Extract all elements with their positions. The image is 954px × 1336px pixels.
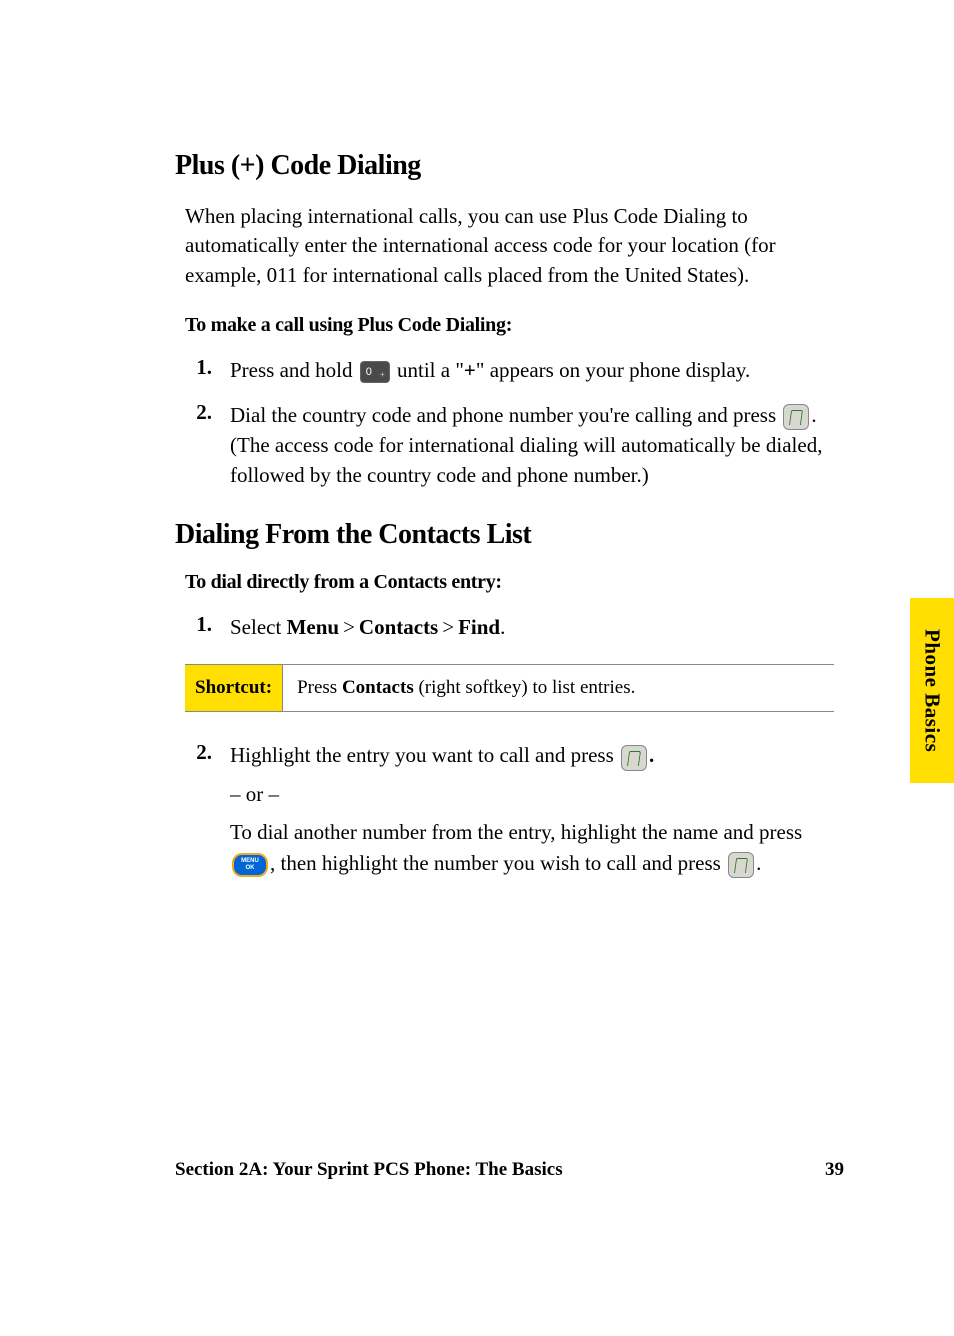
zero-key-icon [360, 361, 390, 383]
shortcut-body: Press Contacts (right softkey) to list e… [283, 665, 649, 711]
text-fragment: Highlight the entry you want to call and… [230, 743, 619, 767]
step-text: Dial the country code and phone number y… [230, 400, 844, 491]
shortcut-label: Shortcut: [185, 665, 283, 711]
step-number: 1. [185, 355, 230, 385]
step-1: 1. Press and hold until a "+" appears on… [185, 355, 844, 385]
section-tab-label: Phone Basics [920, 629, 945, 752]
text-fragment: . [756, 851, 761, 875]
step-text: Select Menu>Contacts>Find. [230, 612, 844, 642]
text-fragment: To dial another number from the entry, h… [230, 820, 802, 844]
step-1: 1. Select Menu>Contacts>Find. [185, 612, 844, 642]
step-number: 2. [185, 400, 230, 491]
text-fragment: , then highlight the number you wish to … [270, 851, 726, 875]
separator: > [339, 615, 359, 639]
text-fragment: Press and hold [230, 358, 358, 382]
heading-plus-code: Plus (+) Code Dialing [175, 150, 844, 182]
steps-contacts-2: 2. Highlight the entry you want to call … [185, 740, 844, 886]
page-footer: Section 2A: Your Sprint PCS Phone: The B… [175, 1159, 844, 1181]
text-fragment: Dial the country code and phone number y… [230, 403, 781, 427]
step-2: 2. Dial the country code and phone numbe… [185, 400, 844, 491]
intro-paragraph: When placing international calls, you ca… [185, 202, 844, 290]
steps-plus-code: 1. Press and hold until a "+" appears on… [185, 355, 844, 491]
period: . [649, 743, 654, 767]
contacts-softkey: Contacts [342, 677, 414, 698]
text-fragment: " appears on your phone display. [476, 358, 750, 382]
contacts-label: Contacts [359, 615, 438, 639]
text-fragment: until a " [392, 358, 464, 382]
text-fragment: Select [230, 615, 287, 639]
page-number: 39 [825, 1159, 844, 1181]
text-fragment: (right softkey) to list entries. [414, 677, 636, 698]
step-text: Highlight the entry you want to call and… [230, 740, 844, 886]
text-fragment: . [500, 615, 505, 639]
plus-symbol: + [464, 358, 476, 382]
step-2: 2. Highlight the entry you want to call … [185, 740, 844, 886]
find-label: Find [458, 615, 500, 639]
menu-ok-key-icon [232, 853, 268, 877]
footer-section-title: Section 2A: Your Sprint PCS Phone: The B… [175, 1159, 563, 1181]
talk-key-icon [728, 852, 754, 878]
text-fragment: Press [297, 677, 342, 698]
section-tab: Phone Basics [910, 598, 954, 783]
step-number: 2. [185, 740, 230, 886]
shortcut-box: Shortcut: Press Contacts (right softkey)… [185, 664, 834, 712]
steps-contacts: 1. Select Menu>Contacts>Find. [185, 612, 844, 642]
step-number: 1. [185, 612, 230, 642]
or-separator: – or – [230, 779, 844, 809]
talk-key-icon [783, 404, 809, 430]
separator: > [438, 615, 458, 639]
subhead-contacts: To dial directly from a Contacts entry: [185, 571, 844, 594]
heading-contacts-list: Dialing From the Contacts List [175, 519, 844, 551]
talk-key-icon [621, 745, 647, 771]
subhead-plus-code: To make a call using Plus Code Dialing: [185, 314, 844, 337]
step-text: Press and hold until a "+" appears on yo… [230, 355, 844, 385]
menu-label: Menu [287, 615, 340, 639]
